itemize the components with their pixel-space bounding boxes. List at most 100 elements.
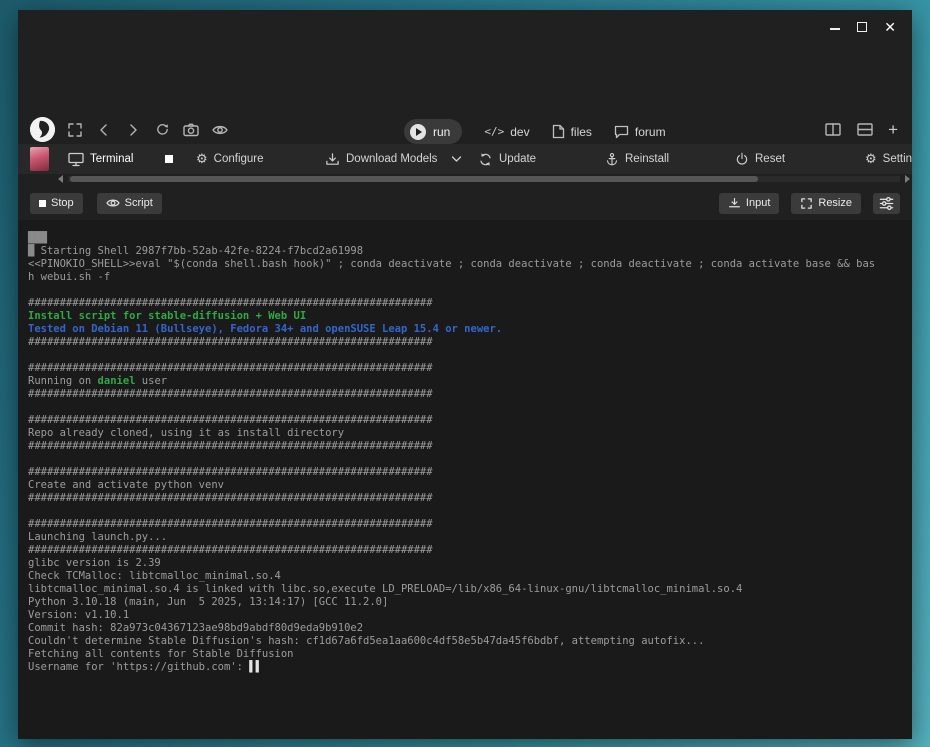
terminal-line [28,284,902,297]
scroll-left-arrow[interactable] [58,175,63,183]
input-button-label: Input [746,197,770,209]
dev-button-label: dev [510,125,529,139]
tab-configure-label: Configure [214,153,264,165]
tab-settings-label: Settings [883,153,912,165]
run-button-label: run [433,125,450,139]
monitor-icon [68,152,84,167]
update-icon [478,152,493,167]
forum-button[interactable]: forum [614,125,666,139]
script-button-label: Script [125,197,153,209]
terminal-line: Username for 'https://github.com': ▌▌ [28,661,902,674]
terminal-line: Running on daniel user [28,375,902,388]
terminal-line: glibc version is 2.39 [28,557,902,570]
app-avatar[interactable] [30,147,49,171]
refresh-icon[interactable] [153,121,171,139]
camera-icon[interactable] [182,121,200,139]
maximize-button[interactable] [857,22,867,32]
stop-button[interactable]: Stop [30,193,83,214]
nav-right-group: + [824,120,898,138]
stop-script-indicator[interactable] [165,155,173,163]
fullscreen-icon[interactable] [66,121,84,139]
forum-button-label: forum [635,125,666,139]
power-icon [735,152,749,167]
terminal-settings-button[interactable] [873,193,900,214]
terminal-action-bar: Stop Script Input Resize [18,186,912,220]
back-icon[interactable] [95,121,113,139]
terminal-line: Create and activate python venv [28,479,902,492]
close-button[interactable]: ✕ [884,20,896,34]
resize-icon [800,197,813,210]
terminal-line: ########################################… [28,492,902,505]
stop-button-label: Stop [51,197,74,209]
terminal-line: Install script for stable-diffusion + We… [28,310,902,323]
terminal-line [28,505,902,518]
tab-configure[interactable]: ⚙ Configure [196,144,264,174]
chevron-down-icon [451,155,462,163]
dev-button[interactable]: </> dev [484,125,529,139]
tab-settings[interactable]: ⚙ Settings [865,144,912,174]
files-button-label: files [571,125,592,139]
terminal-line: █ Starting Shell 2987f7bb-52ab-42fe-8224… [28,245,902,258]
terminal-line: Check TCMalloc: libtcmalloc_minimal.so.4 [28,570,902,583]
eye-icon[interactable] [211,121,229,139]
input-icon [728,197,741,210]
stop-icon [39,200,46,207]
terminal-line [28,401,902,414]
terminal-output: ████ Starting Shell 2987f7bb-52ab-42fe-8… [18,220,912,739]
terminal-line: ########################################… [28,440,902,453]
terminal-line: Launching launch.py... [28,531,902,544]
play-icon [410,124,426,140]
minimize-button[interactable] [830,28,840,30]
tab-terminal[interactable]: Terminal [68,144,133,174]
input-button[interactable]: Input [719,193,779,214]
new-tab-icon[interactable]: + [888,121,898,138]
tab-reinstall-label: Reinstall [625,153,669,165]
files-button[interactable]: files [552,124,592,139]
gear-icon: ⚙ [196,153,208,166]
pinokio-logo-icon[interactable] [30,117,55,142]
tab-reset-label: Reset [755,153,785,165]
eye-icon [106,197,120,209]
sliders-icon [879,196,894,211]
resize-button[interactable]: Resize [791,193,861,214]
terminal-line: ########################################… [28,544,902,557]
titlebar: ✕ [18,10,912,44]
app-toolbar: Terminal ⚙ Configure Download Models Upd… [18,144,912,174]
terminal-line: libtcmalloc_minimal.so.4 is linked with … [28,583,902,596]
terminal-line: ########################################… [28,414,902,427]
terminal-line: Fetching all contents for Stable Diffusi… [28,648,902,661]
terminal-line: ███ [28,232,902,245]
tab-reinstall[interactable]: Reinstall [605,144,669,174]
chat-bubble-icon [614,125,629,139]
terminal-line [28,453,902,466]
run-button[interactable]: run [404,119,462,144]
split-rows-icon[interactable] [856,120,874,138]
tab-reset[interactable]: Reset [735,144,785,174]
terminal-line: ########################################… [28,518,902,531]
terminal-line [28,349,902,362]
scroll-right-arrow[interactable] [905,175,910,183]
script-button[interactable]: Script [97,193,162,214]
anchor-icon [605,152,619,167]
terminal-line: ########################################… [28,466,902,479]
app-window: ✕ [18,10,912,739]
split-columns-icon[interactable] [824,120,842,138]
code-icon: </> [484,125,504,138]
terminal-line: ########################################… [28,297,902,310]
tab-update[interactable]: Update [478,144,536,174]
window-controls: ✕ [830,20,896,34]
tab-terminal-label: Terminal [90,153,133,165]
terminal-line: Commit hash: 82a973c04367123ae98bd9abdf8… [28,622,902,635]
nav-left-group [30,117,229,142]
terminal-line: ########################################… [28,362,902,375]
tab-download-models[interactable]: Download Models [325,144,462,174]
forward-icon[interactable] [124,121,142,139]
terminal-line: <<PINOKIO_SHELL>>eval "$(conda shell.bas… [28,258,902,271]
toolbar-scrollbar [58,174,910,184]
scrollbar-thumb[interactable] [70,176,758,182]
terminal-line: Repo already cloned, using it as install… [28,427,902,440]
gear-icon: ⚙ [865,153,877,166]
terminal-line: ########################################… [28,388,902,401]
terminal-line: Couldn't determine Stable Diffusion's ha… [28,635,902,648]
terminal-line: Python 3.10.18 (main, Jun 5 2025, 13:14:… [28,596,902,609]
